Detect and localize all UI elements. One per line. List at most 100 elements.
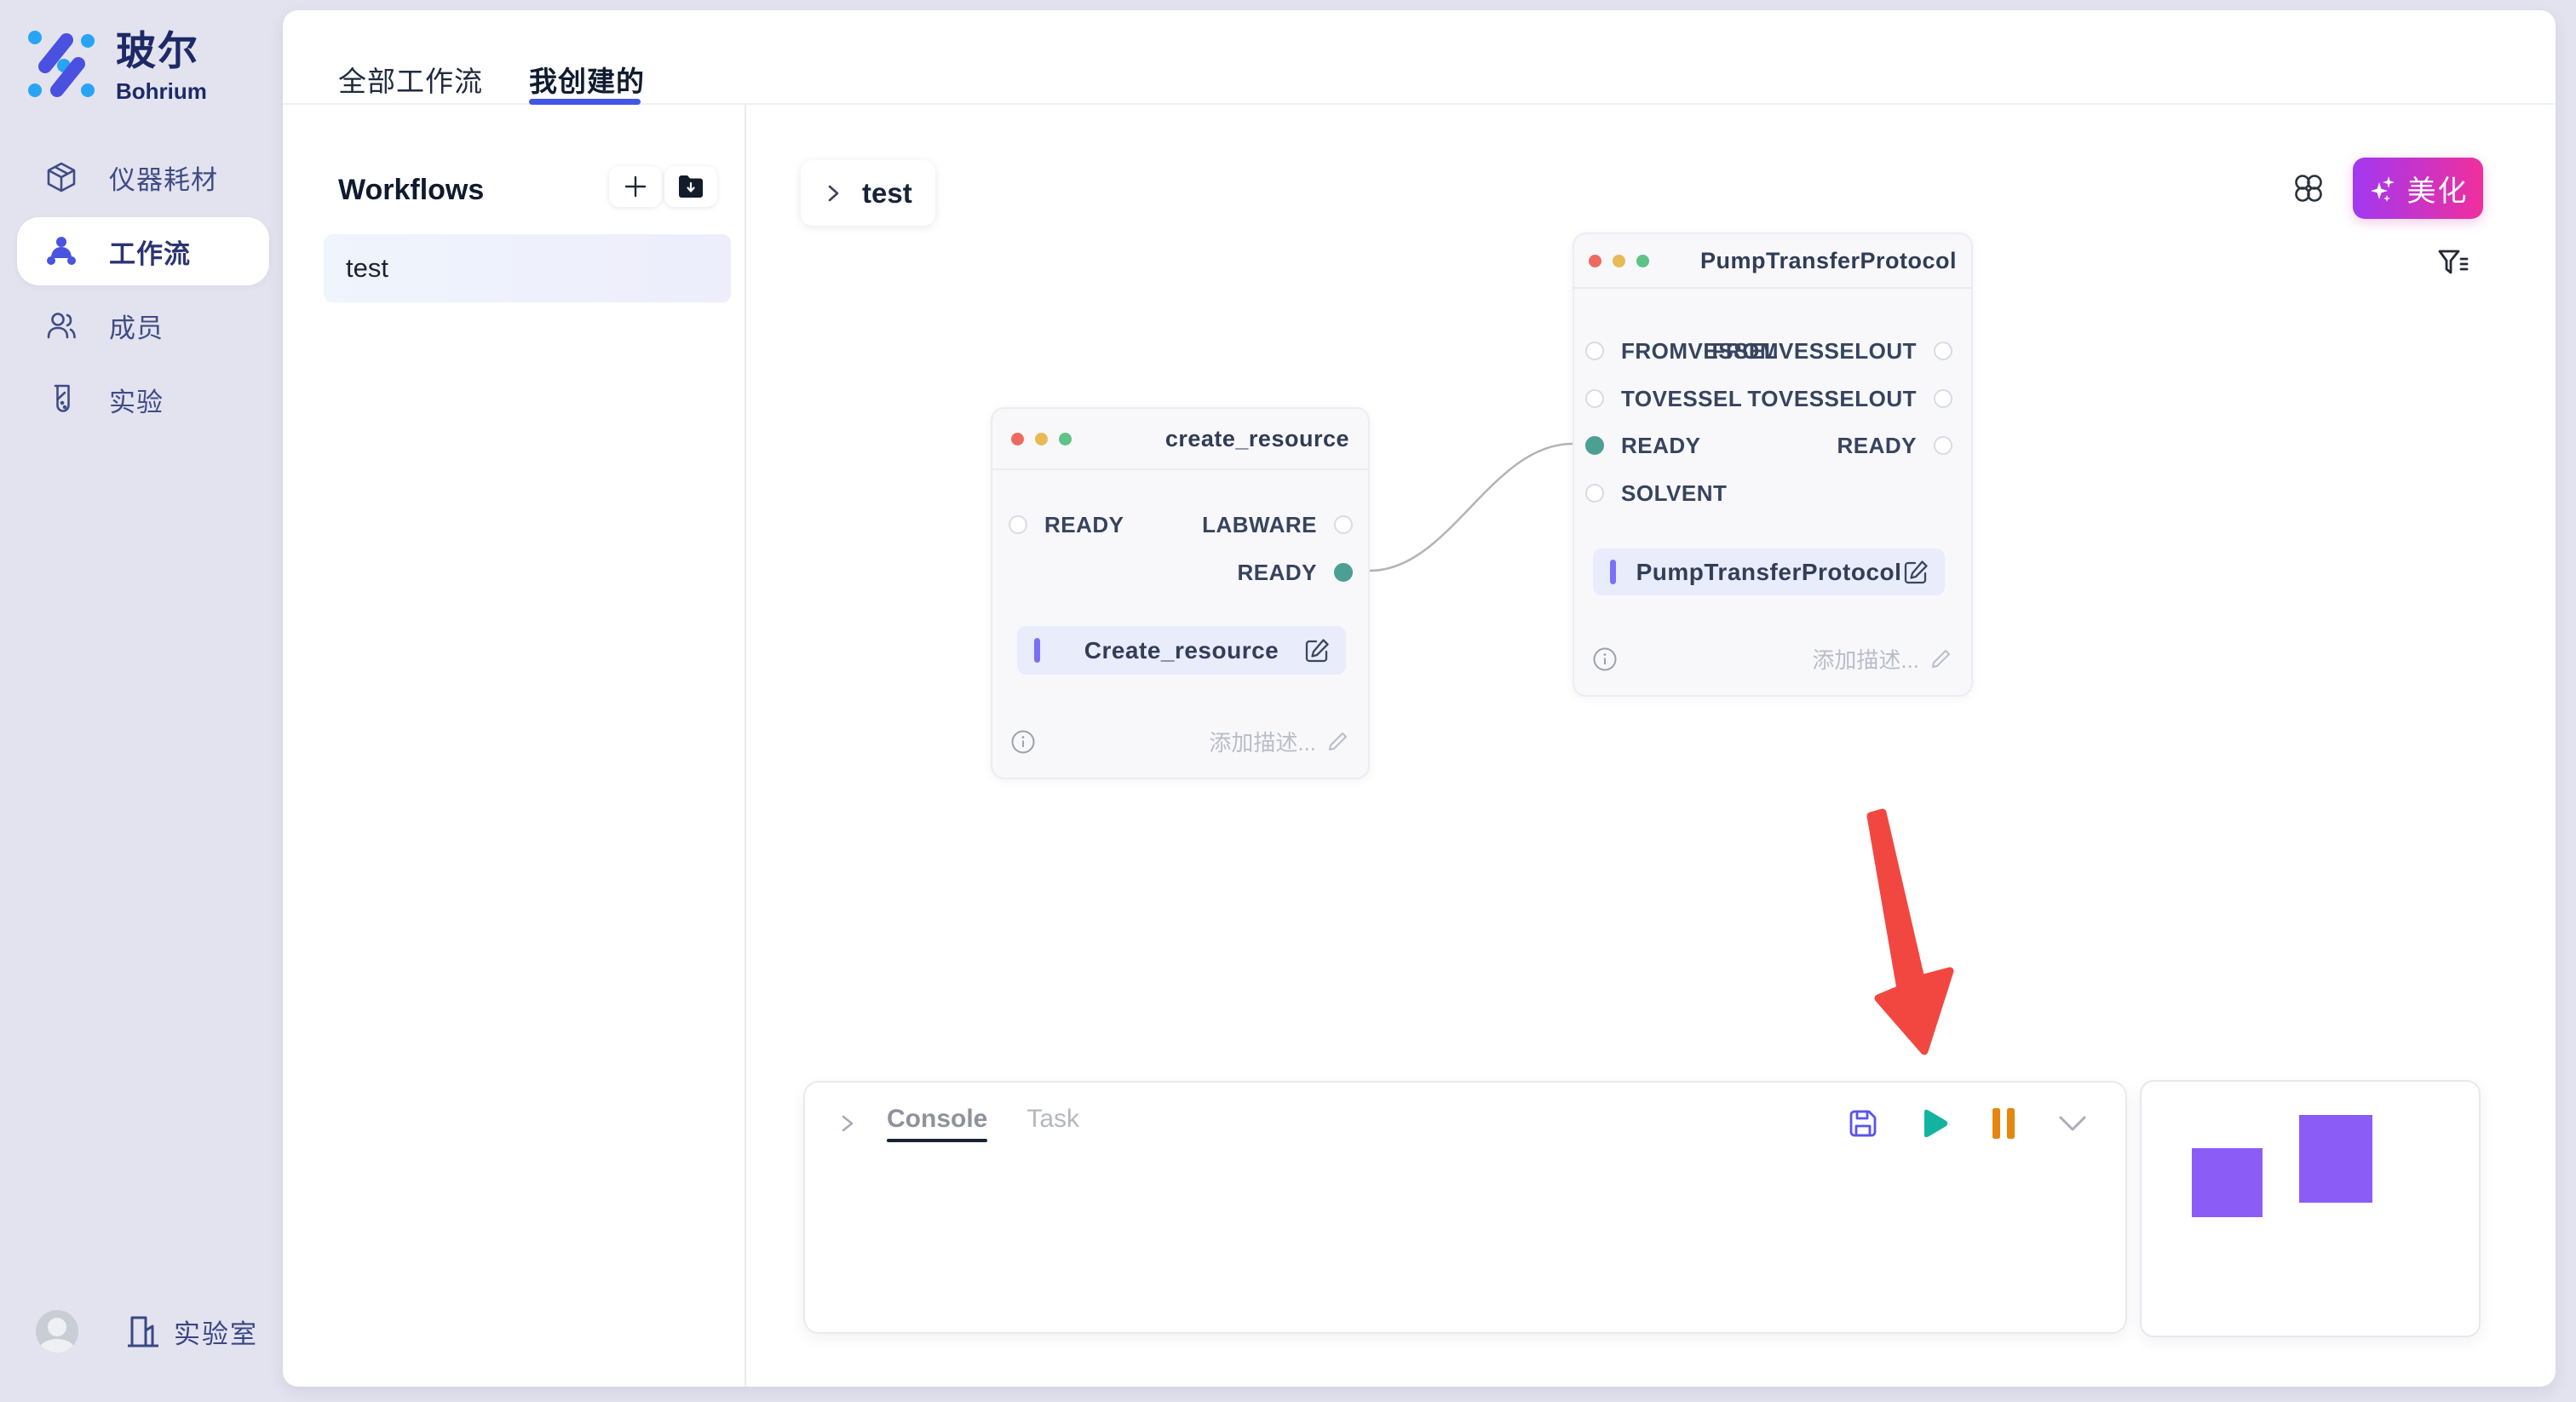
port-output-ready[interactable]: READY xyxy=(1820,433,1952,458)
workflow-item-name: test xyxy=(346,253,388,284)
lab-label[interactable]: 实验室 xyxy=(174,1313,258,1351)
port-handle[interactable] xyxy=(1934,342,1952,360)
sidebar-item-members[interactable]: 成员 xyxy=(17,291,269,359)
minimap[interactable] xyxy=(2140,1080,2481,1337)
add-workflow-button[interactable] xyxy=(609,166,662,207)
port-label: SOLVENT xyxy=(1621,480,1727,507)
port-handle[interactable] xyxy=(1585,389,1604,408)
sidebar-item-workflow[interactable]: 工作流 xyxy=(17,217,269,285)
port-input-ready[interactable]: READY xyxy=(1585,433,1718,458)
port-label: READY xyxy=(1044,512,1124,538)
node-footer: 添加描述... xyxy=(1593,643,1952,675)
pencil-icon[interactable] xyxy=(1326,730,1349,753)
sidebar-item-experiments[interactable]: 实验 xyxy=(17,365,269,434)
sparkles-icon xyxy=(2368,174,2397,203)
node-action-pill[interactable]: Create_resource xyxy=(1017,626,1346,675)
description-placeholder[interactable]: 添加描述... xyxy=(1209,726,1316,757)
console-expand-chevron-icon[interactable] xyxy=(836,1112,858,1135)
node-action-pill[interactable]: PumpTransferProtocol xyxy=(1593,549,1945,595)
sidebar-footer: 实验室 xyxy=(36,1310,258,1353)
workflow-tabs-bar: 全部工作流 我创建的 xyxy=(283,10,2556,105)
active-tab-underline xyxy=(529,99,641,105)
port-output-fromvesselout[interactable]: FROMVESSELOUT xyxy=(1694,338,1952,364)
port-handle[interactable] xyxy=(1934,389,1952,408)
main-content: 全部工作流 我创建的 Workflows test test xyxy=(283,10,2556,1387)
beautify-button[interactable]: 美化 xyxy=(2353,158,2483,219)
test-tube-icon xyxy=(44,382,78,417)
port-handle[interactable] xyxy=(1585,484,1604,503)
import-folder-button[interactable] xyxy=(664,166,717,207)
workflow-list-item[interactable]: test xyxy=(324,234,731,302)
tab-my-created[interactable]: 我创建的 xyxy=(529,59,645,100)
node-dot-green[interactable] xyxy=(1059,433,1072,445)
port-handle-connected[interactable] xyxy=(1334,563,1353,582)
panel-divider xyxy=(745,105,746,1387)
description-placeholder[interactable]: 添加描述... xyxy=(1812,643,1919,675)
port-label: LABWARE xyxy=(1202,512,1317,538)
brand: 玻尔 Bohrium xyxy=(26,27,207,104)
node-dot-yellow[interactable] xyxy=(1613,255,1625,267)
pill-accent-bar xyxy=(1610,560,1616,584)
collapse-chevron-down-icon[interactable] xyxy=(2056,1112,2090,1135)
minimap-node xyxy=(2299,1115,2372,1203)
members-icon xyxy=(44,308,78,342)
info-icon[interactable] xyxy=(1593,647,1617,671)
port-handle[interactable] xyxy=(1334,515,1353,534)
workflow-node-create-resource[interactable]: create_resource READY LABWARE READY Crea… xyxy=(991,407,1370,779)
workflow-people-icon xyxy=(44,234,78,268)
port-output-tovesselout[interactable]: TOVESSELOUT xyxy=(1730,386,1952,411)
edit-icon[interactable] xyxy=(1304,637,1331,664)
pause-icon[interactable] xyxy=(1991,1107,2016,1140)
port-handle[interactable] xyxy=(1009,515,1027,534)
port-output-ready[interactable]: READY xyxy=(1220,560,1353,585)
command-palette-button[interactable] xyxy=(2290,170,2327,208)
edit-icon[interactable] xyxy=(1903,559,1929,585)
user-avatar[interactable] xyxy=(36,1310,78,1353)
port-label: READY xyxy=(1837,433,1917,459)
port-handle[interactable] xyxy=(1934,436,1952,455)
tab-task[interactable]: Task xyxy=(1026,1105,1079,1142)
filter-icon xyxy=(2436,246,2470,280)
command-icon xyxy=(2292,172,2325,204)
node-dot-red[interactable] xyxy=(1011,433,1024,445)
brand-name-zh: 玻尔 xyxy=(116,27,207,75)
tab-console[interactable]: Console xyxy=(887,1105,987,1142)
port-handle[interactable] xyxy=(1585,342,1604,360)
node-title: create_resource xyxy=(1165,426,1349,452)
filter-button[interactable] xyxy=(2435,245,2472,283)
console-actions xyxy=(1848,1106,2090,1141)
run-play-icon[interactable] xyxy=(1918,1106,1952,1141)
node-dot-yellow[interactable] xyxy=(1035,433,1048,445)
breadcrumb-label: test xyxy=(862,177,912,210)
brand-name-en: Bohrium xyxy=(116,78,207,104)
pill-accent-bar xyxy=(1034,638,1040,663)
info-icon[interactable] xyxy=(1011,730,1035,754)
tab-all-workflows[interactable]: 全部工作流 xyxy=(338,59,483,100)
port-input-ready[interactable]: READY xyxy=(1009,512,1141,537)
pill-label: Create_resource xyxy=(1017,637,1346,664)
port-label: TOVESSEL xyxy=(1621,386,1742,412)
port-label: TOVESSELOUT xyxy=(1747,386,1917,412)
port-input-solvent[interactable]: SOLVENT xyxy=(1585,480,1744,506)
port-label: FROMVESSELOUT xyxy=(1711,338,1917,365)
save-icon[interactable] xyxy=(1848,1108,1878,1139)
node-footer: 添加描述... xyxy=(1011,726,1349,757)
port-handle-connected[interactable] xyxy=(1585,436,1604,455)
red-annotation-arrow xyxy=(1871,813,1950,1051)
chevron-right-icon xyxy=(823,183,843,204)
console-header: Console Task xyxy=(805,1083,2125,1142)
sidebar-item-instruments[interactable]: 仪器耗材 xyxy=(17,143,269,211)
folder-download-icon xyxy=(677,175,704,198)
port-output-labware[interactable]: LABWARE xyxy=(1185,512,1353,537)
pencil-icon[interactable] xyxy=(1929,647,1952,670)
port-label: READY xyxy=(1621,433,1701,459)
node-dot-red[interactable] xyxy=(1589,255,1601,267)
node-dot-green[interactable] xyxy=(1636,255,1649,267)
workflow-node-pump-transfer[interactable]: PumpTransferProtocol FROMVESSEL TOVESSEL… xyxy=(1573,233,1973,697)
console-panel: Console Task xyxy=(803,1081,2127,1334)
breadcrumb[interactable]: test xyxy=(801,160,935,226)
sidebar-item-label: 实验 xyxy=(109,381,164,419)
node-header: PumpTransferProtocol xyxy=(1574,234,1971,289)
sidebar-item-label: 成员 xyxy=(109,307,164,345)
sidebar-nav: 仪器耗材 工作流 成员 xyxy=(0,143,283,434)
